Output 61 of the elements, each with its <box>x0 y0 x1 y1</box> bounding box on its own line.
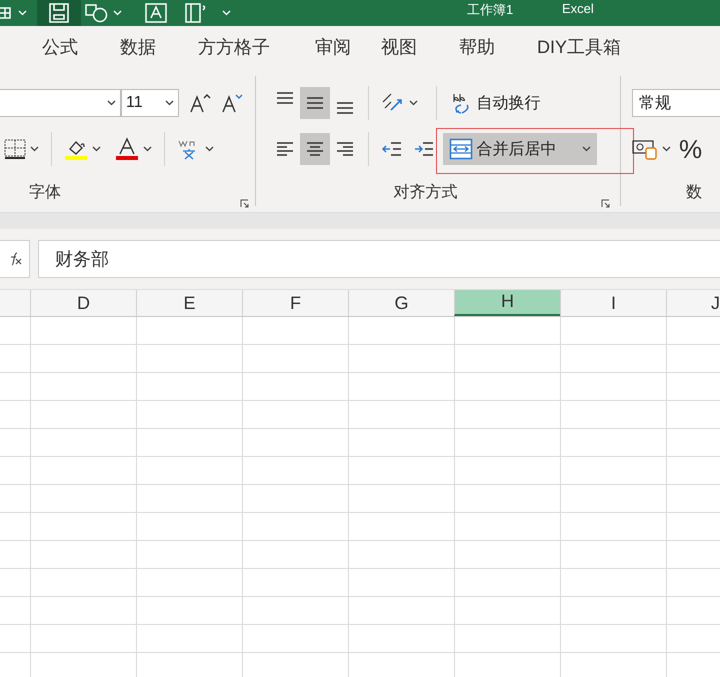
app-name: Excel <box>562 1 594 16</box>
column-header[interactable]: F <box>242 290 348 316</box>
align-center-button[interactable] <box>300 133 330 165</box>
font-size-field[interactable]: 11 <box>121 89 179 117</box>
column-header[interactable]: J <box>666 290 720 316</box>
dialog-launcher-icon[interactable] <box>600 199 610 208</box>
increase-font-icon[interactable] <box>189 93 211 113</box>
align-center-icon <box>306 142 324 156</box>
accounting-caret-icon[interactable] <box>662 146 671 152</box>
font-color-icon[interactable] <box>115 137 139 161</box>
ribbon-tab[interactable]: 数据 <box>120 31 198 63</box>
caret-icon[interactable] <box>18 10 27 16</box>
align-right-icon <box>336 142 354 156</box>
orientation-caret-icon[interactable] <box>408 100 418 106</box>
text-box-icon[interactable] <box>144 2 168 24</box>
formula-bar-field[interactable]: 财务部 <box>38 240 720 278</box>
font-color-caret-icon[interactable] <box>143 146 152 152</box>
column-header[interactable]: I <box>560 290 666 316</box>
column-header[interactable]: D <box>30 290 136 316</box>
align-top-icon <box>276 92 294 104</box>
group-label: 数 <box>685 182 703 202</box>
wrap-text-button[interactable]: 自动换行 <box>444 87 546 119</box>
percent-style-button[interactable]: % <box>679 134 702 164</box>
increase-indent-icon[interactable] <box>412 140 434 158</box>
font-name-caret-icon[interactable] <box>107 100 116 106</box>
insert-function-icon[interactable] <box>0 240 30 278</box>
phonetic-caret-icon[interactable] <box>205 146 214 152</box>
number-format-field[interactable]: 常规 <box>632 89 720 117</box>
ribbon-tab[interactable]: 审阅 <box>315 31 381 63</box>
font-size-caret-icon[interactable] <box>165 100 174 106</box>
caret-icon[interactable] <box>113 10 122 16</box>
form-icon[interactable] <box>184 2 206 24</box>
align-middle-icon <box>306 97 324 109</box>
borders-caret-icon[interactable] <box>30 146 39 152</box>
ribbon-tab[interactable]: DIY工具箱 <box>537 31 657 63</box>
align-bottom-icon <box>336 102 354 114</box>
accounting-format-icon[interactable] <box>632 138 658 160</box>
column-header[interactable]: E <box>136 290 242 316</box>
window-title: 工作簿1 <box>467 1 514 19</box>
group-label: 字体 <box>28 182 62 202</box>
dialog-launcher-icon[interactable] <box>240 199 249 208</box>
ribbon-tab[interactable]: 公式 <box>42 31 120 63</box>
merge-caret-icon[interactable] <box>582 146 590 152</box>
decrease-indent-icon[interactable] <box>380 140 402 158</box>
ribbon-tab[interactable]: 视图 <box>381 31 459 63</box>
column-header[interactable]: H <box>454 290 560 316</box>
borders-icon[interactable] <box>4 138 26 160</box>
decrease-font-icon[interactable] <box>221 93 243 113</box>
table-icon[interactable] <box>0 6 12 20</box>
fill-color-caret-icon[interactable] <box>92 146 101 152</box>
save-icon[interactable] <box>48 3 70 23</box>
align-left-icon <box>276 142 294 156</box>
merge-cells-icon <box>448 138 472 160</box>
group-label: 对齐方式 <box>392 182 458 202</box>
ribbon-tab[interactable]: 方方格子 <box>198 31 315 63</box>
font-name-field[interactable] <box>0 89 121 117</box>
align-middle-button[interactable] <box>300 87 330 119</box>
customize-caret-icon[interactable] <box>222 10 231 16</box>
ribbon-tab[interactable]: 帮助 <box>459 31 537 63</box>
merge-center-button[interactable]: 合并后居中 <box>442 133 596 165</box>
shapes-icon[interactable] <box>85 3 109 23</box>
